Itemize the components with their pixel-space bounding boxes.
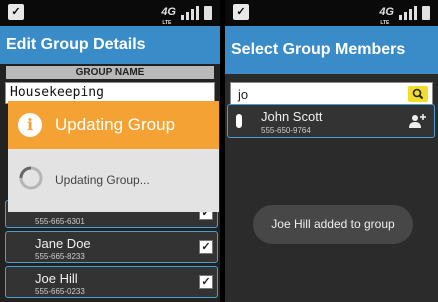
app-notification-icon: ✓ xyxy=(233,4,249,20)
battery-icon xyxy=(204,6,212,20)
app-notification-icon: ✓ xyxy=(8,4,24,20)
add-person-icon[interactable] xyxy=(408,113,426,129)
member-phone: 555-665-8233 xyxy=(35,252,85,261)
search-button[interactable] xyxy=(408,86,428,102)
network-type: 4G LTE xyxy=(161,6,176,26)
member-phone: 555-665-0233 xyxy=(35,287,85,296)
search-icon xyxy=(412,88,424,100)
info-icon: i xyxy=(18,113,42,137)
member-phone: 555-650-9764 xyxy=(261,126,311,135)
member-checkbox[interactable]: ✓ xyxy=(199,275,213,289)
status-bar: ✓ 4G LTE xyxy=(225,0,438,26)
toast-message: Joe Hill added to group xyxy=(253,205,413,244)
signal-indicator: 4G LTE xyxy=(379,4,430,26)
signal-bar-icon xyxy=(196,6,199,20)
group-name-label: GROUP NAME xyxy=(6,66,214,79)
loading-spinner-icon xyxy=(19,166,43,190)
signal-bar-icon xyxy=(414,6,417,20)
battery-icon xyxy=(422,6,430,20)
signal-bar-icon xyxy=(404,12,407,20)
member-name: Joe Hill xyxy=(35,271,78,286)
member-row[interactable]: Joe Hill 555-665-0233 ✓ xyxy=(5,266,218,298)
page-title: Edit Group Details xyxy=(0,26,220,64)
member-name: Jane Doe xyxy=(35,236,91,251)
search-input[interactable]: jo xyxy=(238,87,248,102)
signal-bar-icon xyxy=(409,9,412,20)
dialog-message: Updating Group... xyxy=(55,173,150,187)
signal-bar-icon xyxy=(191,9,194,20)
edit-group-screen: ✓ 4G LTE Edit Group Details GROUP NAME Ho… xyxy=(0,0,220,302)
dialog-title: Updating Group xyxy=(55,115,176,134)
signal-bar-icon xyxy=(399,15,402,20)
select-members-screen: ✓ 4G LTE Select Group Members jo John Sco… xyxy=(225,0,438,302)
signal-bar-icon xyxy=(186,12,189,20)
member-name: John Scott xyxy=(261,109,323,124)
member-row[interactable]: Jane Doe 555-665-8233 ✓ xyxy=(5,231,218,263)
contact-indicator-icon xyxy=(236,114,242,128)
member-phone: 555-665-6301 xyxy=(35,217,85,226)
progress-dialog: i Updating Group Updating Group... xyxy=(8,101,219,212)
page-title: Select Group Members xyxy=(225,26,438,74)
network-type: 4G LTE xyxy=(379,6,394,26)
dialog-header: i Updating Group xyxy=(8,101,219,149)
signal-bar-icon xyxy=(181,15,184,20)
status-bar: ✓ 4G LTE xyxy=(0,0,220,26)
member-checkbox[interactable]: ✓ xyxy=(199,240,213,254)
signal-indicator: 4G LTE xyxy=(161,4,212,26)
search-bar: jo xyxy=(230,82,433,106)
search-result-item[interactable]: John Scott 555-650-9764 xyxy=(227,104,435,138)
